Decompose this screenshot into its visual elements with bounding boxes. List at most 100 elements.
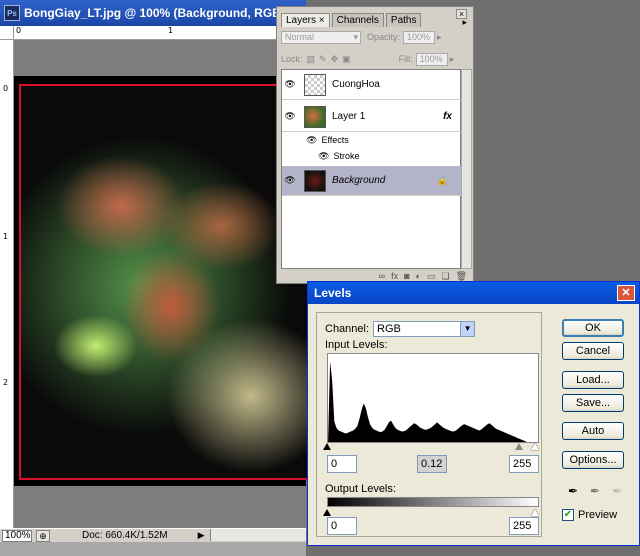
- channel-select[interactable]: RGB ▼: [373, 321, 476, 337]
- blend-mode-value: Normal: [285, 31, 315, 42]
- visibility-eye-icon[interactable]: 👁: [282, 111, 298, 122]
- document-window: Ps BongGiay_LT.jpg @ 100% (Background, R…: [0, 0, 309, 556]
- layer-thumbnail: [304, 73, 326, 96]
- gamma-handle[interactable]: [515, 443, 523, 450]
- tab-layers[interactable]: Layers ×: [281, 13, 330, 27]
- preview-row[interactable]: ✔ Preview: [562, 509, 617, 521]
- output-slider[interactable]: [323, 509, 539, 517]
- load-button[interactable]: Load...: [562, 371, 624, 389]
- gray-eyedropper-icon[interactable]: ✒: [588, 484, 602, 498]
- fill-label: Fill:: [398, 54, 413, 64]
- dialog-title: Levels: [314, 286, 352, 300]
- layer-thumbnail: [304, 169, 326, 192]
- layer-row-background[interactable]: 👁 Background 🔒: [282, 166, 462, 196]
- visibility-eye-icon[interactable]: 👁: [282, 79, 298, 90]
- output-black-handle[interactable]: [323, 509, 331, 516]
- tab-label: Layers: [286, 15, 317, 26]
- tab-channels[interactable]: Channels: [331, 13, 384, 27]
- ruler-label: 1: [3, 232, 9, 241]
- input-white-value: 255: [513, 458, 532, 470]
- lock-label: Lock:: [281, 54, 303, 64]
- vertical-ruler[interactable]: 0 1 2: [0, 40, 14, 528]
- black-point-handle[interactable]: [323, 443, 331, 450]
- input-white-field[interactable]: 255: [509, 455, 539, 473]
- flower-photo[interactable]: [19, 84, 309, 480]
- photoshop-icon: Ps: [4, 5, 20, 21]
- visibility-eye-icon[interactable]: 👁: [282, 175, 298, 186]
- opacity-arrow-icon[interactable]: ▸: [437, 32, 442, 43]
- white-eyedropper-icon[interactable]: ✒: [610, 484, 624, 498]
- fx-icon[interactable]: fx: [443, 111, 452, 122]
- channel-label: Channel:: [325, 323, 370, 335]
- ruler-label: 0: [16, 26, 22, 35]
- auto-button[interactable]: Auto: [562, 422, 624, 440]
- layer-row-cuonghoa[interactable]: 👁 CuongHoa: [282, 70, 462, 100]
- lock-row: Lock: ▧ ✎ ✥ ▣ Fill: 100% ▸: [281, 51, 454, 67]
- output-gradient: [327, 497, 539, 507]
- lock-move-icon[interactable]: ✥: [331, 54, 339, 65]
- close-icon[interactable]: ✕: [617, 285, 635, 301]
- layer-name: CuongHoa: [332, 79, 380, 90]
- lock-icon: 🔒: [436, 175, 448, 185]
- blend-mode-select[interactable]: Normal ▾: [281, 30, 361, 44]
- layer-row-layer1[interactable]: 👁 Layer 1 fx: [282, 102, 462, 132]
- levels-group: Channel: RGB ▼ Input Levels: 0 0.12 255 …: [316, 312, 542, 537]
- cancel-button[interactable]: Cancel: [562, 342, 624, 360]
- white-point-handle[interactable]: [531, 443, 539, 450]
- layer-thumbnail: [304, 105, 326, 128]
- output-white-value: 255: [513, 520, 532, 532]
- histogram-area: [328, 361, 527, 442]
- layer-name: Background: [332, 175, 386, 186]
- panel-tabs: Layers × Channels Paths: [281, 13, 423, 27]
- lock-all-icon[interactable]: ▣: [342, 54, 351, 65]
- panel-menu-icon[interactable]: ▸: [462, 17, 467, 28]
- ruler-origin[interactable]: [0, 26, 14, 40]
- input-gamma-field[interactable]: 0.12: [417, 455, 447, 473]
- output-white-field[interactable]: 255: [509, 517, 539, 535]
- opacity-field[interactable]: 100%: [403, 30, 436, 44]
- input-black-field[interactable]: 0: [327, 455, 357, 473]
- output-white-handle[interactable]: [531, 509, 539, 516]
- effects-eye-icon[interactable]: 👁: [306, 135, 317, 146]
- layers-list: 👁 CuongHoa 👁 Layer 1 fx 👁 Effects 👁 Stro…: [281, 69, 462, 269]
- levels-dialog: Levels ✕ Channel: RGB ▼ Input Levels: 0 …: [307, 281, 640, 546]
- horizontal-ruler[interactable]: 0 1: [14, 26, 306, 40]
- status-icon[interactable]: ⊕: [36, 529, 50, 542]
- chevron-down-icon[interactable]: ▼: [460, 322, 475, 336]
- stroke-eye-icon[interactable]: 👁: [318, 151, 329, 162]
- stroke-effect-row[interactable]: 👁 Stroke: [282, 148, 462, 164]
- channel-value: RGB: [377, 323, 401, 335]
- channel-row: Channel: RGB ▼: [325, 321, 476, 337]
- zoom-field[interactable]: 100%: [2, 529, 32, 542]
- tab-close-icon[interactable]: ×: [319, 15, 325, 26]
- black-eyedropper-icon[interactable]: ✒: [566, 484, 580, 498]
- levels-title-bar[interactable]: Levels ✕: [308, 282, 639, 304]
- canvas-area[interactable]: [14, 40, 309, 528]
- input-slider[interactable]: [323, 443, 539, 451]
- layers-panel: Layers × Channels Paths × ▸ Normal ▾ Opa…: [276, 6, 474, 284]
- status-menu-arrow-icon[interactable]: ▶: [198, 530, 205, 541]
- options-button[interactable]: Options...: [562, 451, 624, 469]
- tab-paths[interactable]: Paths: [385, 13, 422, 27]
- document-title-bar[interactable]: Ps BongGiay_LT.jpg @ 100% (Background, R…: [0, 0, 306, 26]
- preview-checkbox[interactable]: ✔: [562, 509, 574, 521]
- save-button[interactable]: Save...: [562, 394, 624, 412]
- fill-arrow-icon[interactable]: ▸: [450, 54, 455, 65]
- output-black-field[interactable]: 0: [327, 517, 357, 535]
- workspace-bottom: [0, 542, 306, 556]
- document-title: BongGiay_LT.jpg @ 100% (Background, RGB/…: [24, 6, 295, 20]
- layers-scrollbar[interactable]: [461, 69, 472, 269]
- lock-transparent-icon[interactable]: ▧: [307, 54, 316, 65]
- chevron-down-icon: ▾: [353, 31, 358, 42]
- ruler-label: 0: [3, 84, 9, 93]
- lock-paint-icon[interactable]: ✎: [319, 54, 327, 65]
- horizontal-scrollbar[interactable]: [210, 529, 306, 541]
- input-black-value: 0: [331, 458, 338, 470]
- ok-button[interactable]: OK: [562, 319, 624, 337]
- histogram-graph: [328, 361, 527, 442]
- doc-info: Doc: 660.4K/1.52M: [82, 530, 168, 541]
- effects-row[interactable]: 👁 Effects: [282, 132, 462, 148]
- layer-name: Layer 1: [332, 111, 366, 122]
- ruler-label: 2: [3, 378, 9, 387]
- fill-field[interactable]: 100%: [415, 52, 448, 66]
